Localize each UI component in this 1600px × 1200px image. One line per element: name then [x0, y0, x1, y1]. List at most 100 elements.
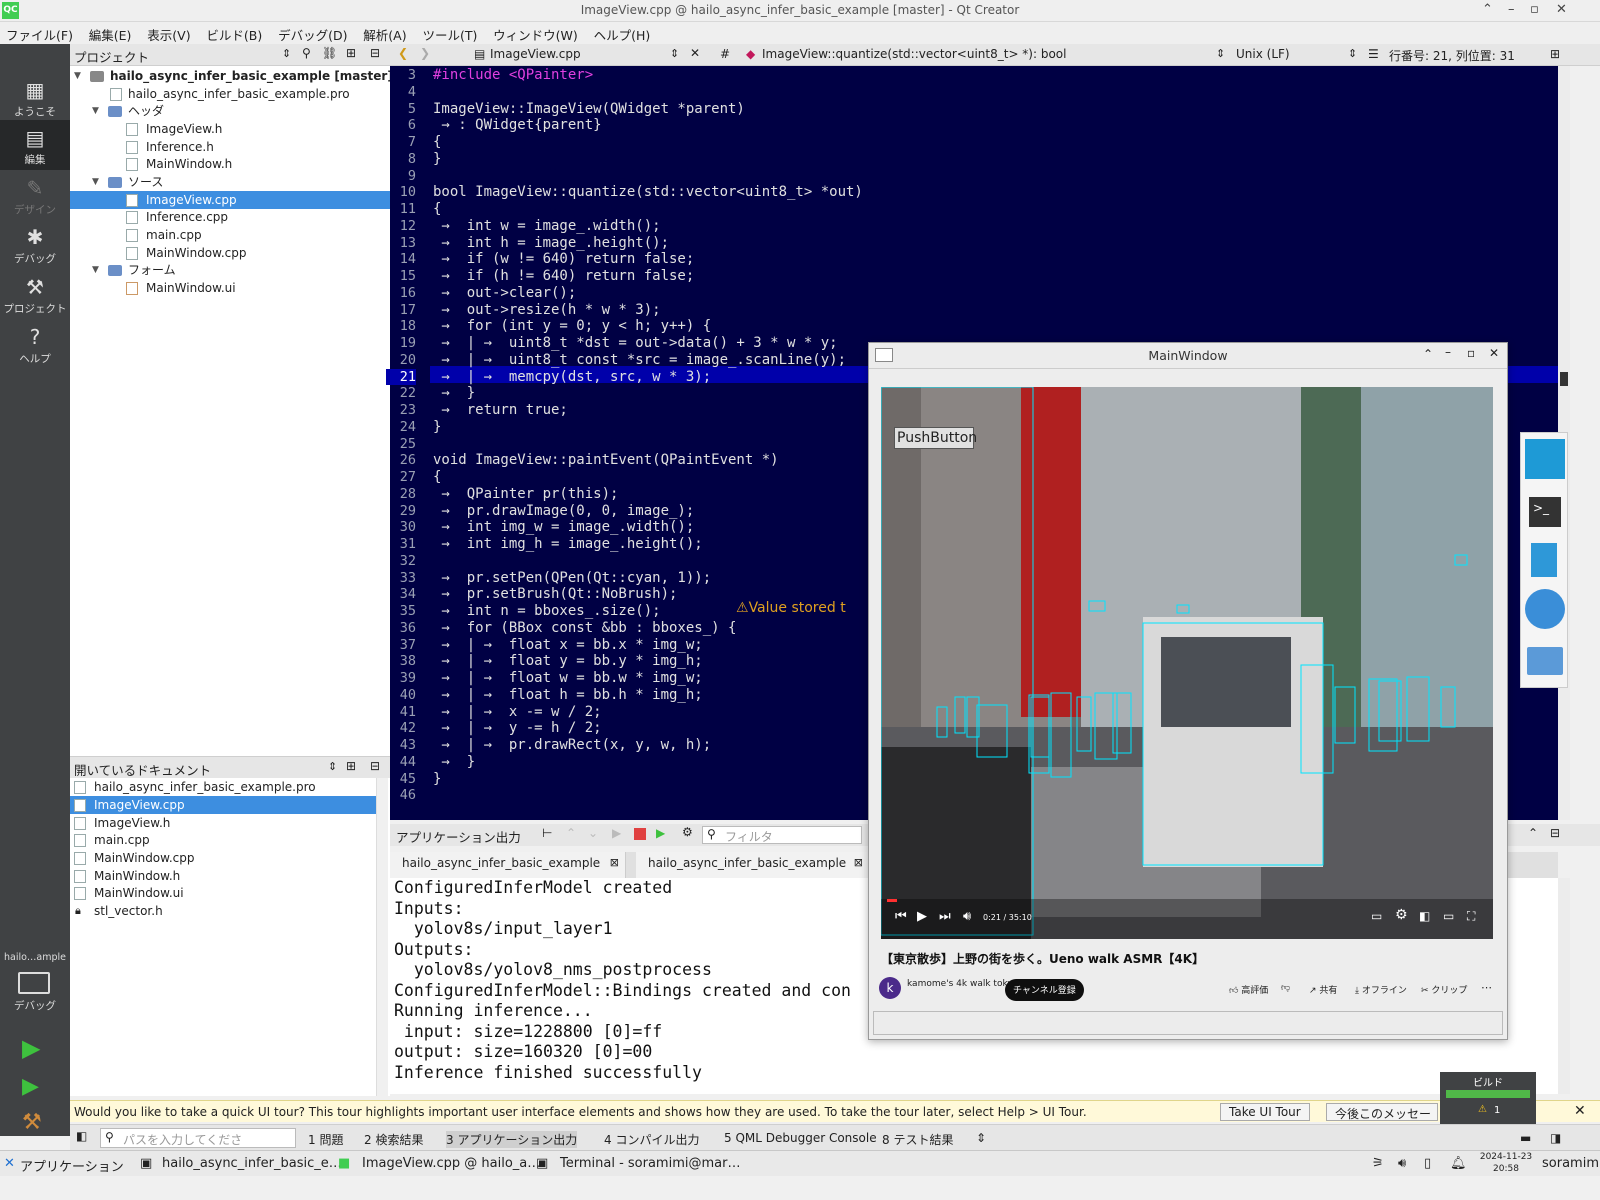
chevron-updown-icon[interactable]: ⇕ — [976, 1131, 986, 1145]
chevron-updown-icon[interactable]: ⇕ — [282, 47, 291, 60]
list-item-selected[interactable]: ImageView.cpp — [70, 796, 376, 814]
debug-run-icon[interactable]: ▶ — [22, 1074, 39, 1099]
tab-test-results[interactable]: 8 テスト結果 — [882, 1131, 953, 1148]
volume-icon[interactable]: 🔊︎ — [963, 909, 971, 924]
miniplayer-icon[interactable]: ◧ — [1419, 909, 1430, 923]
taskbar-item[interactable]: ImageView.cpp @ hailo_a… — [362, 1156, 540, 1171]
list-item[interactable]: main.cpp — [70, 831, 390, 849]
mode-debug[interactable]: ✱ デバッグ — [0, 219, 70, 269]
tree-item-source-selected[interactable]: ImageView.cpp — [70, 191, 390, 209]
tree-folder-sources[interactable]: ▼ ソース — [70, 173, 390, 191]
stop-icon[interactable] — [634, 828, 646, 840]
cursor-position[interactable]: 行番号: 21, 列位置: 31 — [1389, 47, 1515, 64]
clear-icon[interactable]: ⊢ — [542, 826, 552, 840]
channel-name[interactable]: kamome's 4k walk tokyo — [907, 979, 1018, 989]
mode-edit[interactable]: ▤ 編集 — [0, 120, 70, 170]
taskbar-item[interactable]: hailo_async_infer_basic_e… — [162, 1156, 342, 1171]
run-icon[interactable]: ▶ — [612, 826, 621, 840]
tree-folder-headers[interactable]: ▼ ヘッダ — [70, 102, 390, 120]
list-item[interactable]: MainWindow.cpp — [70, 849, 390, 867]
dislike-icon[interactable]: 👎︎ — [1281, 983, 1290, 993]
network-icon[interactable]: ⚞ — [1372, 1156, 1384, 1171]
menu-view[interactable]: 表示(V) — [141, 22, 196, 44]
close-panel-icon[interactable]: ⊟ — [370, 759, 380, 773]
run-icon[interactable]: ▶ — [22, 1034, 40, 1062]
mode-design[interactable]: ✎ デザイン — [0, 170, 70, 220]
tree-folder-forms[interactable]: ▼ フォーム — [70, 261, 390, 279]
subtitles-icon[interactable]: ▭ — [1371, 909, 1382, 923]
tree-item-header[interactable]: ImageView.h — [70, 120, 390, 138]
menu-help[interactable]: ヘルプ(H) — [588, 22, 657, 44]
menu-build[interactable]: ビルド(B) — [200, 22, 268, 44]
taskbar-item[interactable]: Terminal - soramimi@mar… — [560, 1156, 740, 1171]
theater-icon[interactable]: ▭ — [1443, 909, 1454, 923]
battery-icon[interactable]: ▯ — [1424, 1156, 1431, 1171]
tree-item-form[interactable]: MainWindow.ui — [70, 279, 390, 297]
user-name[interactable]: soramimi — [1542, 1156, 1600, 1171]
menu-analyze[interactable]: 解析(A) — [357, 22, 412, 44]
open-documents-title[interactable]: 開いているドキュメント — [74, 760, 211, 779]
dont-show-again-button[interactable]: 今後このメッセー — [1326, 1103, 1438, 1121]
output-tab[interactable]: hailo_async_infer_basic_example ⊠ — [390, 852, 626, 878]
menu-window[interactable]: ウィンドウ(W) — [487, 22, 584, 44]
build-progress[interactable]: ビルド ⚠ 1 — [1440, 1072, 1536, 1124]
monitor-icon[interactable] — [18, 972, 50, 994]
browser-globe-icon[interactable] — [1525, 589, 1565, 629]
chevron-updown-icon[interactable]: ⇕ — [328, 760, 337, 773]
locator-input[interactable]: ⚲ パスを入力してくださ — [100, 1128, 296, 1148]
gear-icon[interactable]: ⚙ — [682, 825, 693, 839]
applications-menu[interactable]: アプリケーション — [20, 1156, 124, 1175]
forward-arrow-icon[interactable]: ❯ — [420, 46, 430, 60]
clock-date[interactable]: 2024-11-23 — [1476, 1152, 1536, 1162]
mode-help[interactable]: ? ヘルプ — [0, 319, 70, 369]
split-icon[interactable]: ⊞ — [1550, 47, 1560, 61]
close-panel-icon[interactable]: ⊟ — [1550, 826, 1560, 840]
list-item[interactable]: 🔒︎ stl_vector.h — [70, 902, 390, 920]
previous-icon[interactable]: ⏮ — [895, 909, 907, 924]
attach-debugger-icon[interactable]: ▶ — [656, 826, 665, 840]
toggle-sidebar-icon[interactable]: ◧ — [76, 1129, 87, 1143]
close-button[interactable]: ✕ — [1489, 346, 1499, 360]
chevron-updown-icon[interactable]: ⇕ — [1348, 47, 1357, 60]
output-tab[interactable]: hailo_async_infer_basic_example ⊠ — [636, 852, 870, 878]
fullscreen-icon[interactable]: ⛶ — [1467, 909, 1475, 924]
list-item[interactable]: hailo_async_infer_basic_example.pro — [70, 778, 390, 796]
more-icon[interactable]: ⋯ — [1481, 981, 1492, 994]
tab-application-output[interactable]: 3 アプリケーション出力 — [446, 1131, 578, 1148]
tree-root[interactable]: ▼ hailo_async_infer_basic_example [maste… — [70, 67, 393, 85]
close-icon[interactable]: ✕ — [1574, 1103, 1586, 1119]
menu-edit[interactable]: 編集(E) — [83, 22, 138, 44]
start-menu-icon[interactable]: ✕ — [4, 1156, 15, 1171]
tree-item-header[interactable]: Inference.h — [70, 138, 390, 156]
filter-icon[interactable]: ⚲ — [302, 46, 311, 60]
close-document-icon[interactable]: ✕ — [690, 46, 700, 60]
chevron-down-icon[interactable]: ⌄ — [588, 826, 598, 840]
close-tab-icon[interactable]: ⊠ — [610, 856, 619, 869]
tree-item-header[interactable]: MainWindow.h — [70, 155, 390, 173]
chevron-down-icon[interactable]: ▼ — [92, 102, 102, 120]
progress-icon[interactable]: ▬ — [1520, 1131, 1531, 1145]
download-button[interactable]: ⤓ オフライン — [1355, 983, 1407, 996]
notification-bell-icon[interactable]: 🔔︎ — [1450, 1156, 1467, 1171]
scrollbar[interactable] — [376, 778, 388, 1096]
tab-qml-debugger[interactable]: 5 QML Debugger Console — [724, 1131, 877, 1145]
menu-file[interactable]: ファイル(F) — [0, 22, 79, 44]
next-icon[interactable]: ⏭ — [939, 909, 951, 924]
close-panel-icon[interactable]: ⊟ — [370, 46, 380, 60]
clock-time[interactable]: 20:58 — [1476, 1164, 1536, 1174]
shade-icon[interactable]: ⌃ — [1423, 347, 1433, 361]
settings-gear-icon[interactable]: ⚙ — [1395, 907, 1408, 923]
volume-icon[interactable]: 🔊︎ — [1398, 1156, 1406, 1171]
tab-search-results[interactable]: 2 検索結果 — [364, 1131, 423, 1148]
folder-icon[interactable] — [1527, 647, 1563, 675]
tree-item-source[interactable]: main.cpp — [70, 226, 390, 244]
like-button[interactable]: 👍︎ 高評価 — [1229, 983, 1268, 996]
file-manager-icon[interactable] — [1531, 543, 1557, 577]
scrollbar-thumb[interactable] — [1560, 372, 1568, 386]
project-panel-title[interactable]: プロジェクト — [74, 47, 149, 66]
minimize-window-icon[interactable]: ⌃ — [1482, 2, 1493, 17]
split-icon[interactable]: ⊞ — [346, 46, 356, 60]
menu-debug[interactable]: デバッグ(D) — [272, 22, 353, 44]
tab-issues[interactable]: 1 問題 — [308, 1131, 343, 1148]
output-scrollbar[interactable] — [1558, 878, 1570, 1094]
